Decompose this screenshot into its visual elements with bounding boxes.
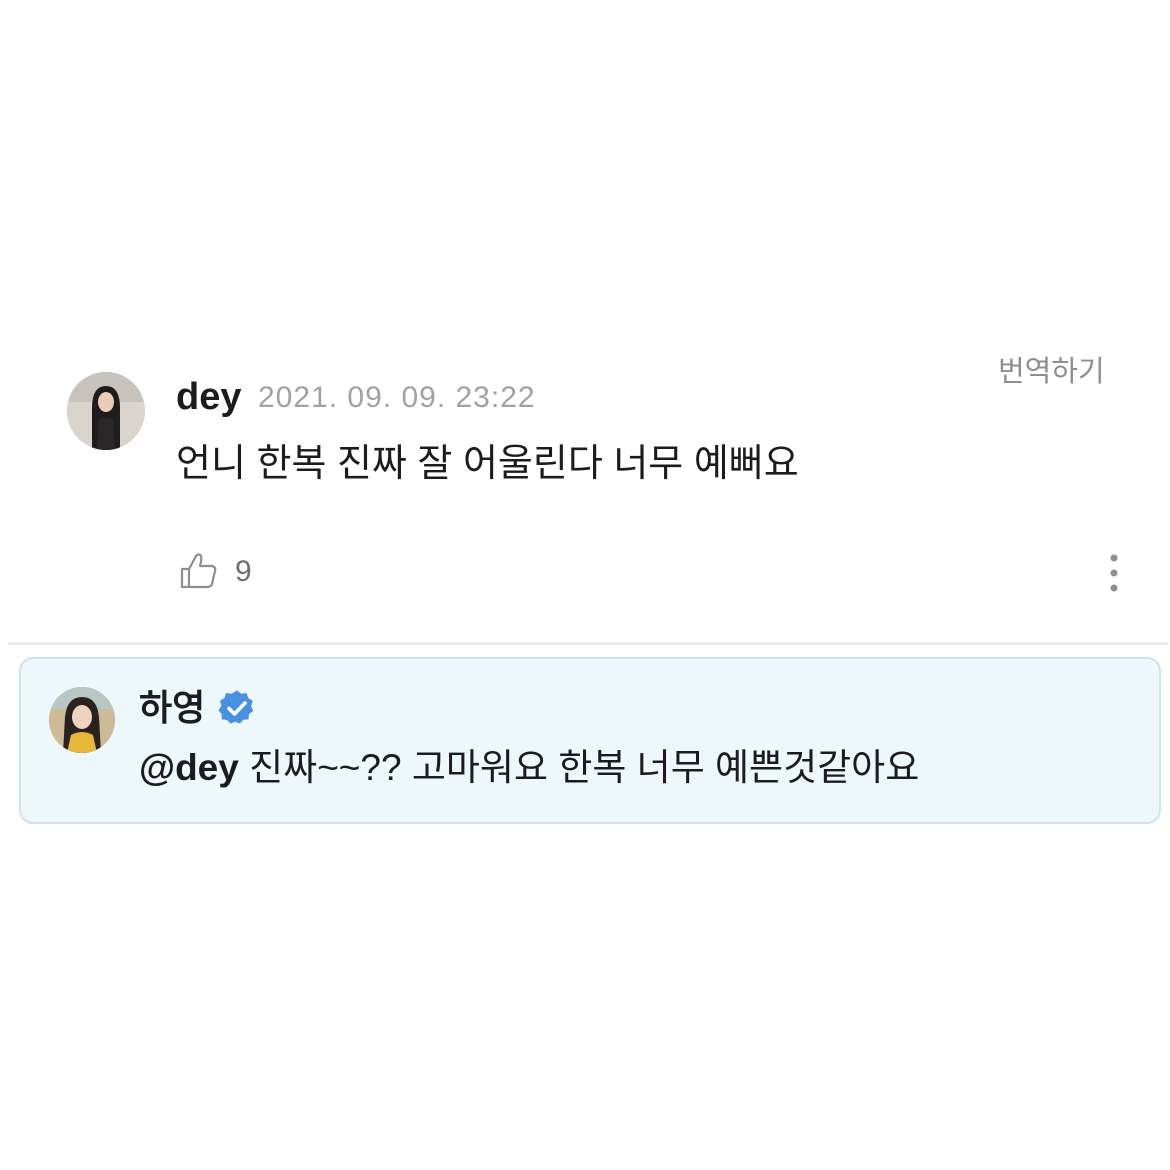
comment-timestamp: 2021. 09. 09. 23:22 [258,381,536,414]
verified-badge-icon [218,689,256,727]
user-avatar-icon [49,687,115,753]
artist-reply-card [19,657,1161,824]
reply-message: 진짜~~?? 고마워요 한복 너무 예쁜것같아요 [238,747,920,788]
divider [8,642,1168,645]
like-count: 9 [235,555,252,588]
reply-avatar[interactable] [49,687,115,753]
thumbs-up-icon[interactable] [178,550,220,592]
comment-text: 언니 한복 진짜 잘 어울린다 너무 예뻐요 [176,443,799,485]
more-options-icon[interactable] [1100,553,1128,593]
avatar[interactable] [67,372,145,450]
translate-button[interactable]: 번역하기 [998,354,1105,390]
user-avatar-icon [67,372,145,450]
reply-text: @dey 진짜~~?? 고마워요 한복 너무 예쁜것같아요 [139,744,919,792]
reply-author-name[interactable]: 하영 [139,686,205,730]
author-name[interactable]: dey [176,374,241,420]
comment-item: dey 2021. 09. 09. 23:22 번역하기 언니 한복 진짜 잘 … [0,0,1170,643]
mention-link[interactable]: @dey [139,747,239,788]
